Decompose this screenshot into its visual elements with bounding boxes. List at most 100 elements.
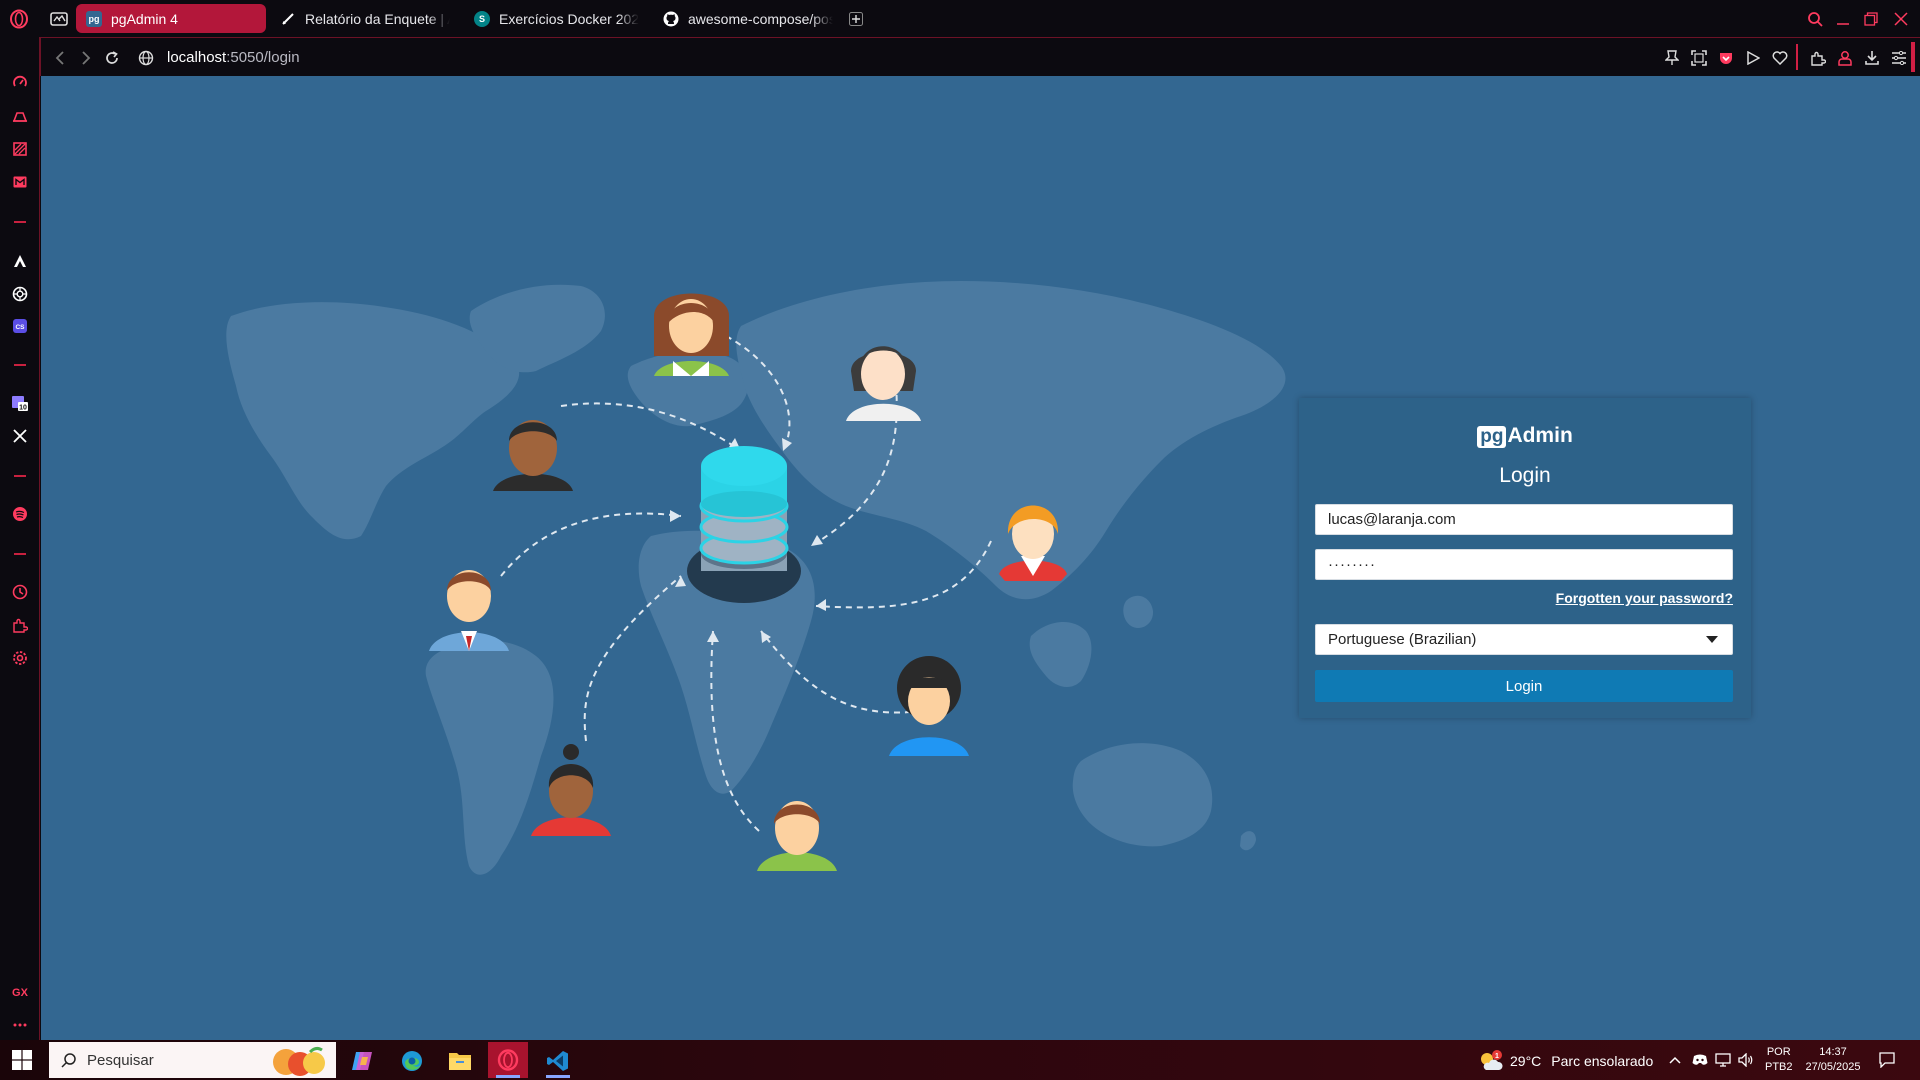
sharepoint-icon: S: [474, 10, 490, 27]
restore-button[interactable]: [1860, 8, 1882, 30]
svg-text:CS: CS: [15, 324, 25, 331]
site-info-globe-icon[interactable]: [135, 47, 157, 69]
sidebar-divider: [14, 553, 26, 555]
x-twitter-icon[interactable]: [9, 425, 31, 447]
toolbar-edge-accent: [1911, 42, 1915, 72]
avatar-man-bottom: [757, 801, 837, 871]
flow-send-icon[interactable]: [1742, 47, 1764, 69]
avatar-woman-bun: [531, 744, 611, 836]
email-field[interactable]: [1315, 504, 1733, 535]
tab-relatorio-enquete[interactable]: Relatório da Enquete | AI/: [270, 4, 460, 33]
new-tab-button[interactable]: [843, 6, 869, 32]
page-viewport: pgAdmin Login Forgotten your password? P…: [41, 76, 1920, 1040]
file-explorer-icon[interactable]: [440, 1044, 480, 1078]
forward-button[interactable]: [75, 47, 97, 69]
history-icon[interactable]: [9, 581, 31, 603]
github-icon: [663, 11, 679, 27]
weather-widget[interactable]: 1 29°C Parc ensolarado: [1478, 1050, 1653, 1072]
sidebar-divider: [14, 364, 26, 366]
url-host: localhost: [167, 49, 227, 66]
network-icon[interactable]: [1714, 1051, 1732, 1069]
windows-start-icon[interactable]: [12, 1050, 34, 1072]
keyboard-layout-code: PTB2: [1765, 1061, 1793, 1073]
weather-description: Parc ensolarado: [1551, 1053, 1654, 1069]
url-field[interactable]: localhost:5050/login: [167, 49, 300, 66]
language-select[interactable]: Portuguese (Brazilian): [1315, 624, 1733, 655]
pgadmin-favicon-icon: pg: [86, 10, 102, 27]
avatar-afro-man: [889, 656, 969, 756]
browser-sidebar: CS 10 GX: [0, 37, 40, 1040]
avatar-businessman: [429, 570, 509, 651]
gx-corner-icon[interactable]: [9, 138, 31, 160]
tab-awesome-compose[interactable]: awesome-compose/postg: [653, 4, 843, 33]
input-language-indicator[interactable]: POR PTB2: [1765, 1045, 1793, 1075]
login-button[interactable]: Login: [1315, 670, 1733, 702]
clock-time: 14:37: [1819, 1046, 1847, 1058]
heart-icon[interactable]: [1769, 47, 1791, 69]
chatgpt-icon[interactable]: [9, 283, 31, 305]
volume-icon[interactable]: [1737, 1051, 1755, 1069]
clock-date: 27/05/2025: [1805, 1061, 1861, 1073]
lichess-icon[interactable]: [9, 250, 31, 272]
show-hidden-icons-chevron-icon[interactable]: [1666, 1051, 1684, 1069]
windows-taskbar: Pesquisar 1 29°C Parc ensolarado POR PTB…: [0, 1040, 1920, 1080]
back-button[interactable]: [49, 47, 71, 69]
database-icon: [687, 446, 801, 603]
close-window-button[interactable]: [1890, 8, 1912, 30]
reload-button[interactable]: [101, 47, 123, 69]
gx-badge-icon[interactable]: GX: [9, 982, 31, 1004]
sidebar-divider: [14, 475, 26, 477]
spotify-icon[interactable]: [9, 503, 31, 525]
discord-tray-icon[interactable]: [1691, 1051, 1709, 1069]
tab-pgadmin[interactable]: pg pgAdmin 4: [76, 4, 266, 33]
notifications-icon[interactable]: [1878, 1051, 1896, 1069]
login-card: pgAdmin Login Forgotten your password? P…: [1299, 398, 1751, 718]
copilot-app-icon[interactable]: [342, 1044, 382, 1078]
logo-pg-mark: pg: [1477, 426, 1507, 448]
tab-title: Relatório da Enquete | AI/: [305, 10, 450, 27]
opera-logo-icon[interactable]: [6, 6, 32, 32]
taskbar-clock[interactable]: 14:37 27/05/2025: [1798, 1045, 1868, 1075]
search-icon: [61, 1053, 76, 1068]
tab-exercicios-docker[interactable]: S Exercícios Docker 2025.d: [464, 4, 649, 33]
easy-setup-menu-icon[interactable]: [1888, 47, 1910, 69]
aria-ai-icon[interactable]: [9, 105, 31, 127]
more-options-icon[interactable]: [9, 1014, 31, 1036]
calendar-badge: 10: [19, 405, 27, 412]
search-highlight-fruit-icon: [273, 1046, 325, 1076]
browser-tab-strip: pg pgAdmin 4 Relatório da Enquete | AI/ …: [0, 0, 1920, 37]
address-bar: localhost:5050/login: [40, 37, 1920, 76]
minimize-button[interactable]: [1832, 8, 1854, 30]
settings-gear-icon[interactable]: [9, 647, 31, 669]
search-placeholder: Pesquisar: [87, 1051, 154, 1069]
taskbar-search-box[interactable]: Pesquisar: [49, 1042, 336, 1078]
cs-app-icon[interactable]: CS: [9, 315, 31, 337]
extensions-puzzle-icon[interactable]: [1807, 47, 1829, 69]
download-icon[interactable]: [1861, 47, 1883, 69]
speed-dial-icon[interactable]: [9, 72, 31, 94]
weather-sun-cloud-icon: 1: [1481, 1050, 1503, 1070]
extensions-icon[interactable]: [9, 614, 31, 636]
logo-admin-text: Admin: [1507, 424, 1573, 447]
pocket-shield-icon[interactable]: [1715, 47, 1737, 69]
calendar-icon[interactable]: 10: [9, 392, 31, 414]
snapshot-icon[interactable]: [1688, 47, 1710, 69]
tab-title: awesome-compose/postg: [688, 10, 833, 27]
login-heading: Login: [1499, 464, 1551, 487]
vscode-icon[interactable]: [538, 1044, 578, 1078]
forgot-password-link[interactable]: Forgotten your password?: [1556, 590, 1733, 606]
profile-icon[interactable]: [1834, 47, 1856, 69]
search-tabs-icon[interactable]: [1804, 8, 1826, 30]
tab-title: Exercícios Docker 2025.d: [499, 10, 639, 27]
opera-gx-taskbar-icon[interactable]: [488, 1042, 528, 1078]
pin-icon[interactable]: [1661, 47, 1683, 69]
tab-title: pgAdmin 4: [111, 10, 178, 27]
password-field[interactable]: [1315, 549, 1733, 580]
weather-badge: 1: [1495, 1053, 1499, 1060]
chart-line-icon: [280, 11, 296, 27]
tab-islands-icon[interactable]: [46, 6, 72, 32]
language-selected-value: Portuguese (Brazilian): [1328, 631, 1477, 648]
edge-browser-icon[interactable]: [392, 1044, 432, 1078]
temperature-text: 29°C: [1510, 1053, 1542, 1069]
gmail-icon[interactable]: [9, 171, 31, 193]
